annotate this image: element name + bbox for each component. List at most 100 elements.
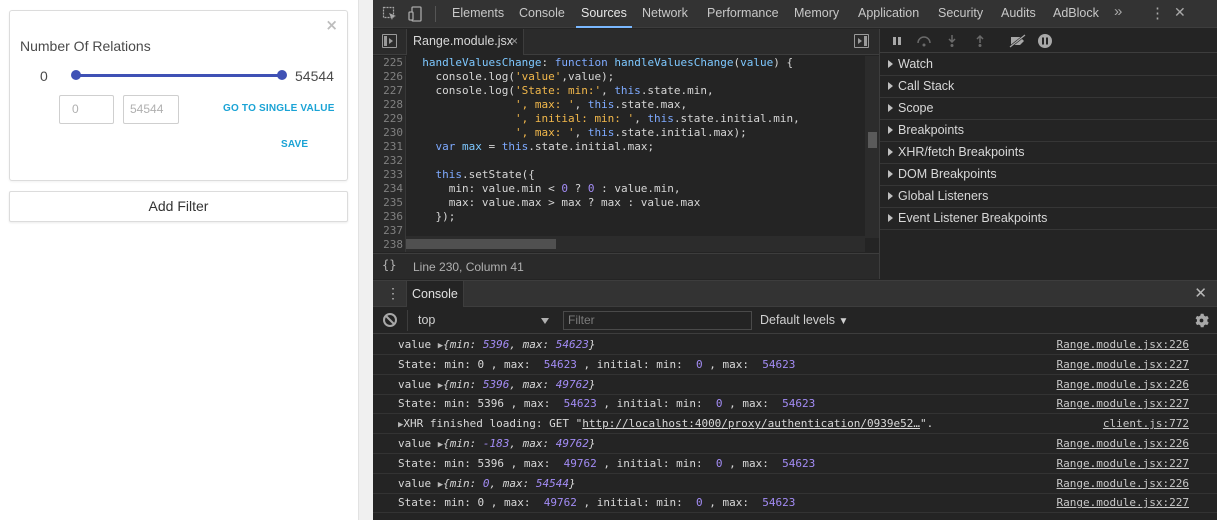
more-tabs-icon[interactable]: » <box>1114 3 1122 20</box>
source-link[interactable]: Range.module.jsx:227 <box>1057 454 1189 474</box>
close-file-icon[interactable]: × <box>511 29 518 54</box>
step-over-icon[interactable] <box>916 35 932 47</box>
code-line[interactable]: 229 ', initial: min: ', this.state.initi… <box>373 112 863 126</box>
source-link[interactable]: Range.module.jsx:227 <box>1057 493 1189 513</box>
tab-performance[interactable]: Performance <box>707 0 779 28</box>
editor-vertical-scrollbar[interactable] <box>865 56 879 238</box>
section-breakpoints[interactable]: Breakpoints <box>880 120 1217 142</box>
source-link[interactable]: client.js:772 <box>1103 414 1189 434</box>
page-scrollbar[interactable] <box>358 0 373 520</box>
pause-on-exceptions-icon[interactable] <box>1037 33 1053 49</box>
clear-console-icon[interactable] <box>383 313 397 327</box>
console-message[interactable]: value ▶{min: 5396, max: 49762} Range.modu… <box>373 375 1217 395</box>
section-watch[interactable]: Watch <box>880 54 1217 76</box>
context-selector[interactable]: top <box>407 310 555 331</box>
go-to-single-value-button[interactable]: GO TO SINGLE VALUE <box>223 103 335 114</box>
line-number[interactable]: 227 <box>373 84 403 98</box>
section-event-listener-breakpoints[interactable]: Event Listener Breakpoints <box>880 208 1217 230</box>
line-number[interactable]: 230 <box>373 126 403 140</box>
code-line[interactable]: 232 <box>373 154 863 168</box>
console-message[interactable]: State: min: 0 , max: 54623 , initial: mi… <box>373 355 1217 375</box>
tab-sources[interactable]: Sources <box>576 0 632 28</box>
close-icon[interactable]: ✕ <box>1174 4 1186 21</box>
log-levels-dropdown[interactable]: Default levels ▼ <box>760 313 848 327</box>
close-drawer-icon[interactable]: ✕ <box>1194 284 1207 302</box>
tab-security[interactable]: Security <box>938 0 983 28</box>
line-number[interactable]: 228 <box>373 98 403 112</box>
console-filter-input[interactable]: Filter <box>563 311 752 330</box>
section-global-listeners[interactable]: Global Listeners <box>880 186 1217 208</box>
line-number[interactable]: 235 <box>373 196 403 210</box>
code-line[interactable]: 231 var max = this.state.initial.max; <box>373 140 863 154</box>
pause-icon[interactable] <box>891 35 903 47</box>
code-line[interactable]: 230 ', max: ', this.state.initial.max); <box>373 126 863 140</box>
step-out-icon[interactable] <box>974 34 986 48</box>
console-message[interactable]: State: min: 5396 , max: 54623 , initial:… <box>373 394 1217 415</box>
range-slider-max-handle[interactable] <box>277 70 287 80</box>
tab-elements[interactable]: Elements <box>452 0 504 28</box>
section-call-stack[interactable]: Call Stack <box>880 76 1217 98</box>
toggle-debugger-icon[interactable] <box>854 34 869 48</box>
source-link[interactable]: Range.module.jsx:226 <box>1057 434 1189 454</box>
source-link[interactable]: Range.module.jsx:227 <box>1057 355 1189 375</box>
add-filter-button[interactable]: Add Filter <box>9 191 348 222</box>
code-line[interactable]: 225 handleValuesChange: function handleV… <box>373 56 863 70</box>
code-line[interactable]: 228 ', max: ', this.state.max, <box>373 98 863 112</box>
line-number[interactable]: 236 <box>373 210 403 224</box>
line-number[interactable]: 225 <box>373 56 403 70</box>
tab-memory[interactable]: Memory <box>794 0 839 28</box>
code-line[interactable]: 226 console.log('value',value); <box>373 70 863 84</box>
tab-audits[interactable]: Audits <box>1001 0 1036 28</box>
code-editor[interactable]: 225 handleValuesChange: function handleV… <box>373 56 879 252</box>
line-number[interactable]: 226 <box>373 70 403 84</box>
tab-console[interactable]: Console <box>519 0 565 28</box>
console-message[interactable]: State: min: 5396 , max: 49762 , initial:… <box>373 454 1217 474</box>
line-number[interactable]: 237 <box>373 224 403 238</box>
source-link[interactable]: Range.module.jsx:226 <box>1057 375 1189 395</box>
line-number[interactable]: 233 <box>373 168 403 182</box>
min-value-input[interactable]: 0 <box>59 95 114 124</box>
deactivate-breakpoints-icon[interactable] <box>1009 34 1027 48</box>
toggle-navigator-icon[interactable] <box>382 34 397 48</box>
line-number[interactable]: 234 <box>373 182 403 196</box>
file-tab-range-module[interactable]: Range.module.jsx × <box>406 29 524 55</box>
gear-icon[interactable] <box>1194 313 1209 328</box>
line-number[interactable]: 229 <box>373 112 403 126</box>
section-dom-breakpoints[interactable]: DOM Breakpoints <box>880 164 1217 186</box>
max-value-input[interactable]: 54544 <box>123 95 179 124</box>
code-line[interactable]: 236 }); <box>373 210 863 224</box>
drawer-menu-icon[interactable]: ⋮ <box>386 285 400 302</box>
save-button[interactable]: SAVE <box>281 139 308 150</box>
source-link[interactable]: Range.module.jsx:226 <box>1057 335 1189 355</box>
step-into-icon[interactable] <box>946 34 958 48</box>
tab-application[interactable]: Application <box>858 0 919 28</box>
console-message[interactable]: State: min: 0 , max: 49762 , initial: mi… <box>373 493 1217 514</box>
console-message[interactable]: value ▶{min: 0, max: 54544} Range.module.… <box>373 474 1217 494</box>
code-line[interactable]: 233 this.setState({ <box>373 168 863 182</box>
inspect-element-icon[interactable] <box>382 6 398 22</box>
range-slider-min-handle[interactable] <box>71 70 81 80</box>
device-toolbar-icon[interactable] <box>408 6 424 22</box>
line-number[interactable]: 232 <box>373 154 403 168</box>
pretty-print-button[interactable]: {} <box>382 258 396 272</box>
code-line[interactable]: 235 max: value.max > max ? max : value.m… <box>373 196 863 210</box>
code-line[interactable]: 227 console.log('State: min:', this.stat… <box>373 84 863 98</box>
console-message[interactable]: ▶XHR finished loading: GET "http://local… <box>373 414 1217 435</box>
source-link[interactable]: Range.module.jsx:226 <box>1057 474 1189 494</box>
menu-icon[interactable]: ⋮ <box>1150 4 1165 22</box>
console-message[interactable]: value ▶{min: 5396, max: 54623} Range.modu… <box>373 335 1217 355</box>
close-icon[interactable]: × <box>325 16 338 34</box>
line-number[interactable]: 231 <box>373 140 403 154</box>
section-xhr-fetch-breakpoints[interactable]: XHR/fetch Breakpoints <box>880 142 1217 164</box>
range-slider-track[interactable] <box>76 74 282 77</box>
section-scope[interactable]: Scope <box>880 98 1217 120</box>
tab-adblock[interactable]: AdBlock <box>1053 0 1099 28</box>
line-number[interactable]: 238 <box>373 238 403 252</box>
scroll-thumb[interactable] <box>406 239 556 249</box>
code-line[interactable]: 234 min: value.min < 0 ? 0 : value.min, <box>373 182 863 196</box>
scroll-thumb[interactable] <box>868 132 877 148</box>
tab-console-drawer[interactable]: Console <box>406 281 464 307</box>
tab-network[interactable]: Network <box>642 0 688 28</box>
console-message[interactable]: value ▶{min: -183, max: 49762} Range.modu… <box>373 434 1217 454</box>
source-link[interactable]: Range.module.jsx:227 <box>1057 394 1189 414</box>
